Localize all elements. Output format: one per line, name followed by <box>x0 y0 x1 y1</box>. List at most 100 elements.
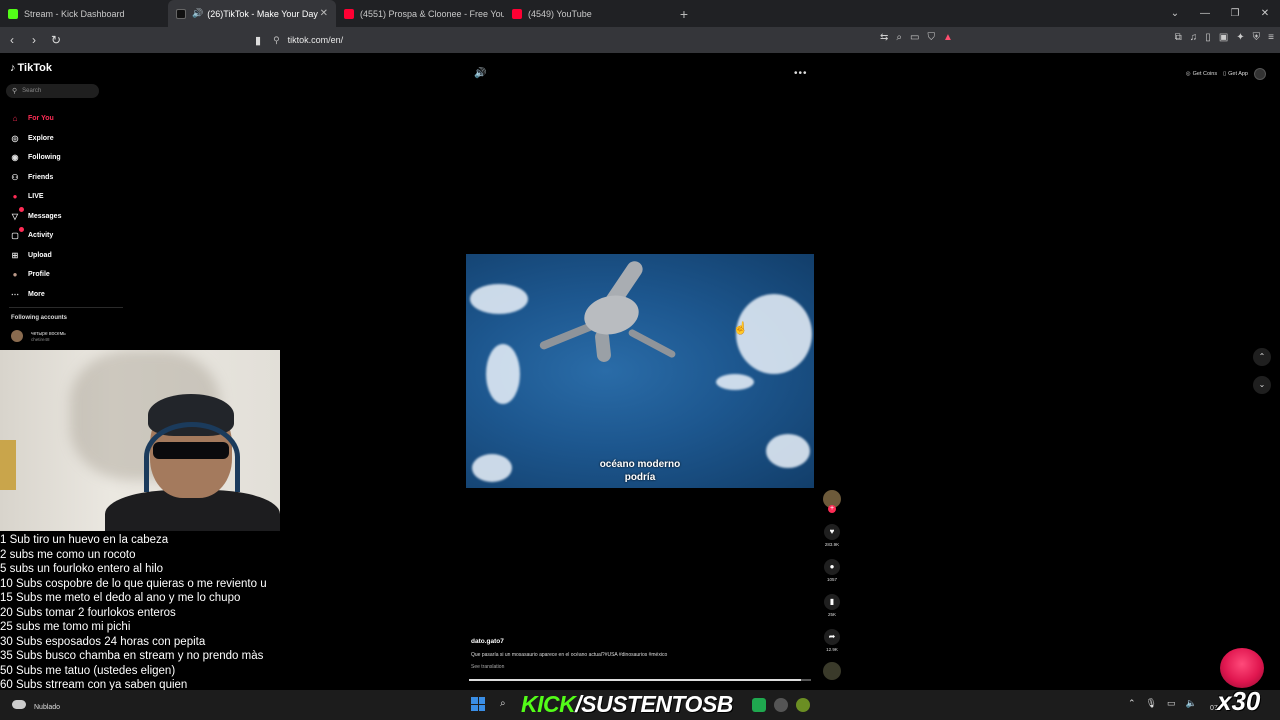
forward-icon[interactable]: › <box>24 33 44 47</box>
volume-icon[interactable]: 🔊 <box>474 68 486 79</box>
reload-icon[interactable]: ↻ <box>46 33 66 47</box>
nav-friends[interactable]: ⚇ Friends <box>9 168 61 188</box>
speaker-icon[interactable]: 🔊 <box>192 8 203 19</box>
kick-favicon-icon <box>8 8 18 19</box>
back-icon[interactable]: ‹ <box>2 33 22 47</box>
sub-goal-item: 50 Subs me tatuo (ustedes eligen) <box>0 664 176 677</box>
nav-upload[interactable]: ⊞ Upload <box>9 246 61 266</box>
get-app-button[interactable]: ▯ Get App <box>1223 71 1248 77</box>
nav-profile[interactable]: ● Profile <box>9 265 61 285</box>
tiktok-logo[interactable]: ♪ TikTok <box>10 62 52 74</box>
close-window-icon[interactable]: ✕ <box>1250 8 1280 19</box>
close-tab-icon[interactable]: ✕ <box>320 8 328 19</box>
follow-plus-icon[interactable]: + <box>828 505 836 513</box>
see-translation-link[interactable]: See translation <box>471 664 504 670</box>
network-icon[interactable]: ▭ <box>1167 698 1176 709</box>
video-caption: Que pasaría si un mosasaurio aparece en … <box>471 652 668 658</box>
tab-label: (4549) YouTube <box>528 8 592 19</box>
shield-icon[interactable]: ⛉ <box>927 32 935 43</box>
author-avatar[interactable]: + <box>823 490 841 513</box>
chevron-down-icon[interactable]: ⌄ <box>1253 376 1271 394</box>
taskbar-search-icon[interactable]: ⌕ <box>500 698 506 709</box>
chevron-up-icon[interactable]: ⌃ <box>1128 698 1136 709</box>
cast-icon[interactable]: ▭ <box>910 32 919 43</box>
webcam-overlay <box>0 350 280 531</box>
save-button[interactable]: ▮ 25K <box>820 594 844 617</box>
following-account[interactable]: четыре восемь chetire48 <box>11 330 66 342</box>
share-count: 12.9K <box>826 647 838 652</box>
multiplier-label: x30 <box>1217 686 1261 716</box>
wallet-icon[interactable]: ▣ <box>1219 32 1228 43</box>
restore-icon[interactable]: ❐ <box>1220 8 1250 19</box>
address-bar-row: ‹ › ↻ ▮ ⚲ tiktok.com/en/ ⇆ ⌕ ▭ ⛉ ▲ ⧉ ♫ ▯… <box>0 27 1280 53</box>
translate-icon[interactable]: ⇆ <box>880 32 888 43</box>
app-icon[interactable] <box>796 698 810 712</box>
comment-button[interactable]: ● 1057 <box>820 559 844 582</box>
app-icon[interactable] <box>752 698 766 712</box>
notification-badge <box>19 207 24 213</box>
more-options-icon[interactable]: ••• <box>794 68 808 79</box>
search-input[interactable]: ⚲ Search <box>6 84 99 98</box>
video-player[interactable]: océano moderno podría <box>466 254 814 488</box>
tab-kick-dashboard[interactable]: Stream - Kick Dashboard <box>0 0 168 27</box>
media-icon[interactable]: ♫ <box>1190 32 1198 43</box>
top-right-actions: ◎ Get Coins ▯ Get App <box>1186 68 1266 80</box>
nav-live[interactable]: ● LIVE <box>9 187 61 207</box>
action-rail: + ♥ 283.9K ● 1057 ▮ 25K ➦ 12.9K <box>820 490 844 680</box>
youtube-favicon-icon <box>344 8 354 19</box>
sub-goal-item: 1 Sub tiro un huevo en la cabeza <box>0 534 169 546</box>
following-icon: ◉ <box>11 153 19 163</box>
live-icon: ● <box>12 192 18 202</box>
cloud-shape <box>486 344 520 404</box>
sub-goal-item: 25 subs me tomo mi pichi <box>0 621 131 633</box>
chevron-up-icon[interactable]: ⌃ <box>1253 348 1271 366</box>
new-tab-button[interactable]: + <box>672 6 696 22</box>
bookmark-icon: ▮ <box>824 594 840 610</box>
tab-label: (4551) Prospa & Cloonee - Free Your <box>360 8 504 19</box>
share-button[interactable]: ➦ 12.9K <box>820 629 844 652</box>
tab-tiktok[interactable]: 🔊 (26)TikTok - Make Your Day ✕ <box>168 0 336 27</box>
tab-youtube-prospa[interactable]: (4551) Prospa & Cloonee - Free Your <box>336 0 504 27</box>
menu-icon[interactable]: ≡ <box>1268 32 1274 43</box>
sound-disc-icon[interactable] <box>823 662 841 680</box>
nav-for-you[interactable]: ⌂ For You <box>9 109 61 129</box>
vpn-icon[interactable]: ⛨ <box>1253 32 1261 43</box>
weather-text[interactable]: Nublado <box>34 704 60 711</box>
account-handle: chetire48 <box>31 336 50 342</box>
window-controls: ⌄ — ❐ ✕ <box>1160 0 1280 27</box>
tab-search-icon[interactable]: ⌄ <box>1160 8 1190 19</box>
nav-messages[interactable]: ▽ Messages <box>9 207 61 227</box>
get-coins-button[interactable]: ◎ Get Coins <box>1186 71 1217 77</box>
nav-activity[interactable]: ▢ Activity <box>9 226 61 246</box>
extensions-icon[interactable]: ⧉ <box>1175 32 1182 43</box>
site-info-icon[interactable]: ⚲ <box>273 35 280 46</box>
like-button[interactable]: ♥ 283.9K <box>820 524 844 547</box>
video-progress-bar[interactable] <box>469 679 811 681</box>
sidebar-icon[interactable]: ▯ <box>1205 32 1211 43</box>
microphone-icon[interactable]: 🎙 <box>1146 698 1157 709</box>
screen: Stream - Kick Dashboard 🔊 (26)TikTok - M… <box>0 0 1280 720</box>
bookmark-icon[interactable]: ▮ <box>255 34 261 47</box>
start-icon[interactable] <box>471 697 485 711</box>
feed-nav: ⌃ ⌄ <box>1253 348 1271 404</box>
app-icon[interactable] <box>774 698 788 712</box>
nav-following[interactable]: ◉ Following <box>9 148 61 168</box>
browser-tab-bar: Stream - Kick Dashboard 🔊 (26)TikTok - M… <box>0 0 1280 27</box>
video-author[interactable]: dato.gato7 <box>471 638 504 645</box>
minimize-icon[interactable]: — <box>1190 8 1220 19</box>
sidebar-divider <box>9 307 123 308</box>
zoom-icon[interactable]: ⌕ <box>896 32 902 43</box>
nav-more[interactable]: ⋯ More <box>9 285 61 305</box>
sub-goal-item: 15 Subs me meto el dedo al ano y me lo c… <box>0 592 241 604</box>
ai-icon[interactable]: ✦ <box>1236 32 1244 43</box>
nav-explore[interactable]: ◎ Explore <box>9 129 61 149</box>
extensions-bar: ⧉ ♫ ▯ ▣ ✦ ⛨ ≡ <box>1175 32 1274 43</box>
sub-goal-item: 2 subs me como un rocoto <box>0 548 136 561</box>
cloud-icon <box>12 700 26 709</box>
tab-youtube[interactable]: (4549) YouTube <box>504 0 672 27</box>
volume-icon[interactable]: 🔈 <box>1186 698 1197 709</box>
rewards-icon[interactable]: ▲ <box>943 32 953 43</box>
cloud-shape <box>716 374 754 390</box>
home-icon: ⌂ <box>12 114 18 124</box>
profile-avatar[interactable] <box>1254 68 1266 80</box>
